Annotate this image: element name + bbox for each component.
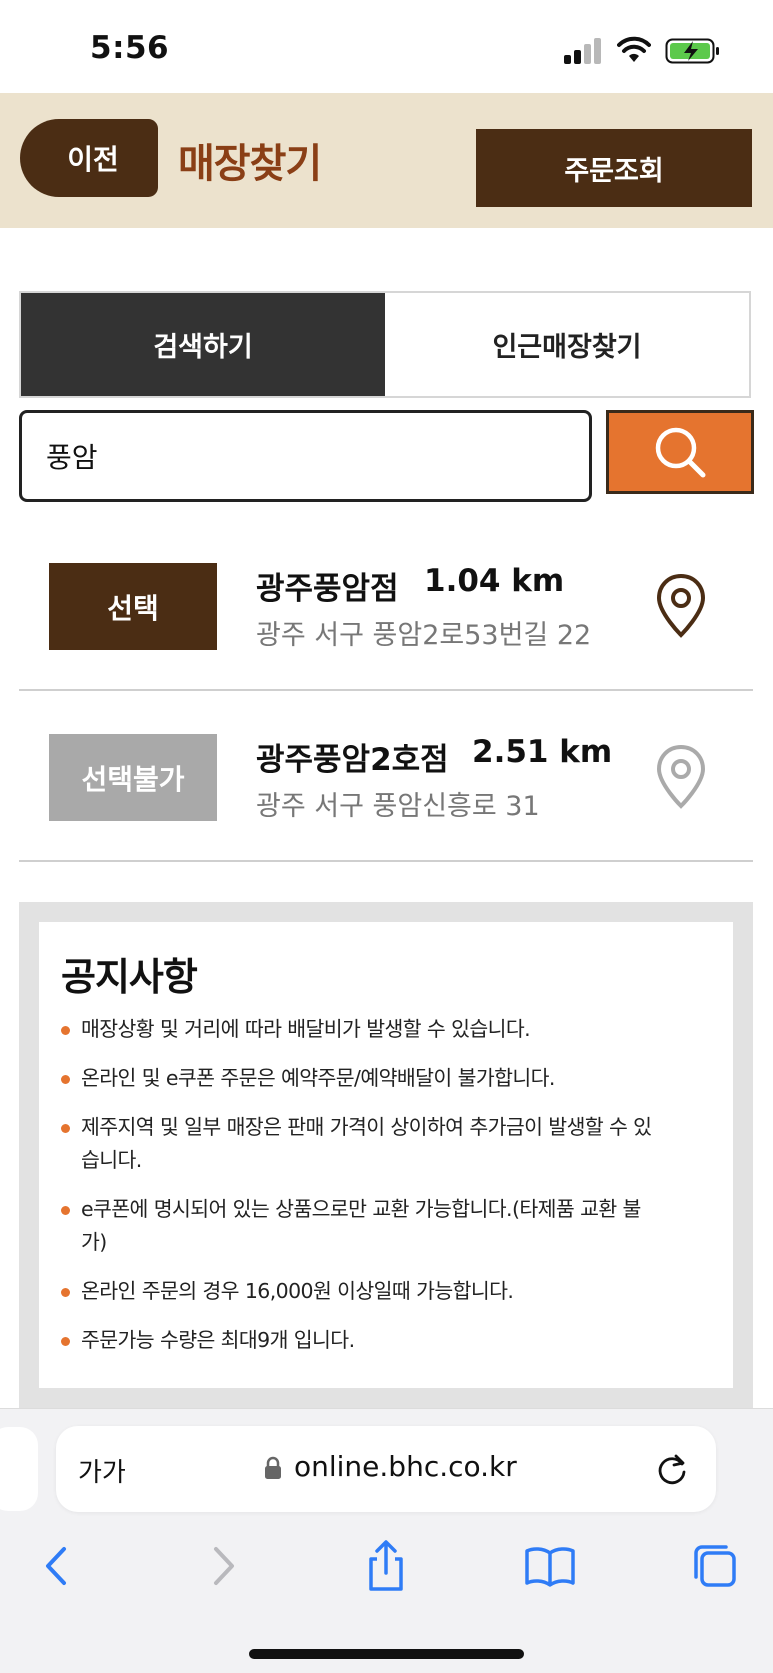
home-indicator: [249, 1649, 524, 1659]
notice-item: 제주지역 및 일부 매장은 판매 가격이 상이하여 추가금이 발생할 수 있습니…: [61, 1111, 661, 1177]
back-icon[interactable]: [30, 1539, 84, 1593]
select-store-button[interactable]: 선택: [49, 563, 217, 650]
notice-list: 매장상황 및 거리에 따라 배달비가 발생할 수 있습니다. 온라인 및 e쿠폰…: [61, 1013, 711, 1357]
list-item: 선택 광주풍암점 1.04 km 광주 서구 풍암2로53번길 22: [19, 521, 753, 691]
notice-box: 공지사항 매장상황 및 거리에 따라 배달비가 발생할 수 있습니다. 온라인 …: [19, 902, 753, 1408]
notice-item: 온라인 주문의 경우 16,000원 이상일때 가능합니다.: [61, 1275, 661, 1308]
notice-item: 매장상황 및 거리에 따라 배달비가 발생할 수 있습니다.: [61, 1013, 661, 1046]
battery-charging-icon: [665, 38, 719, 64]
notice-item: 온라인 및 e쿠폰 주문은 예약주문/예약배달이 불가합니다.: [61, 1062, 661, 1095]
share-icon[interactable]: [359, 1539, 413, 1593]
location-pin-icon[interactable]: [655, 744, 707, 810]
location-pin-icon[interactable]: [655, 573, 707, 639]
lock-icon: [265, 1456, 281, 1479]
search-button[interactable]: [606, 410, 754, 494]
order-lookup-button[interactable]: 주문조회: [476, 129, 752, 207]
notice-title: 공지사항: [61, 955, 198, 999]
status-bar: 5:56: [0, 0, 773, 93]
url-text: online.bhc.co.kr: [294, 1450, 517, 1483]
cellular-signal-icon: [564, 38, 604, 64]
store-name: 광주풍암2호점: [256, 742, 449, 778]
address-bar[interactable]: 가가 online.bhc.co.kr: [56, 1426, 716, 1512]
search-tabs: 검색하기 인근매장찾기: [19, 291, 751, 398]
notice-item: 주문가능 수량은 최대9개 입니다.: [61, 1324, 661, 1357]
page-header: 이전 매장찾기 주문조회: [0, 93, 773, 228]
select-unavailable-button: 선택불가: [49, 734, 217, 821]
page-title: 매장찾기: [178, 141, 322, 187]
browser-nav-bar: [0, 1529, 773, 1619]
reload-icon[interactable]: [654, 1450, 690, 1488]
forward-icon[interactable]: [196, 1539, 250, 1593]
tab-search[interactable]: 검색하기: [21, 293, 385, 396]
store-distance: 2.51 km: [472, 734, 613, 770]
previous-tab-peek[interactable]: [0, 1427, 38, 1511]
store-address: 광주 서구 풍암2로53번길 22: [256, 620, 592, 651]
text-size-button[interactable]: 가가: [78, 1452, 126, 1489]
store-name: 광주풍암점: [256, 571, 399, 607]
tabs-icon[interactable]: [688, 1539, 742, 1593]
tab-nearby-stores[interactable]: 인근매장찾기: [385, 293, 749, 396]
bookmarks-icon[interactable]: [523, 1539, 577, 1593]
store-distance: 1.04 km: [424, 563, 565, 599]
wifi-icon: [617, 36, 651, 62]
list-item: 선택불가 광주풍암2호점 2.51 km 광주 서구 풍암신흥로 31: [19, 692, 753, 862]
search-icon: [655, 427, 706, 478]
browser-toolbar: 가가 online.bhc.co.kr: [0, 1408, 773, 1673]
notice-content: 공지사항 매장상황 및 거리에 따라 배달비가 발생할 수 있습니다. 온라인 …: [39, 922, 733, 1388]
search-input[interactable]: [19, 410, 592, 502]
prev-button[interactable]: 이전: [20, 119, 158, 197]
notice-item: e쿠폰에 명시되어 있는 상품으로만 교환 가능합니다.(타제품 교환 불가): [61, 1193, 661, 1259]
status-time: 5:56: [90, 30, 170, 66]
store-address: 광주 서구 풍암신흥로 31: [256, 791, 540, 822]
